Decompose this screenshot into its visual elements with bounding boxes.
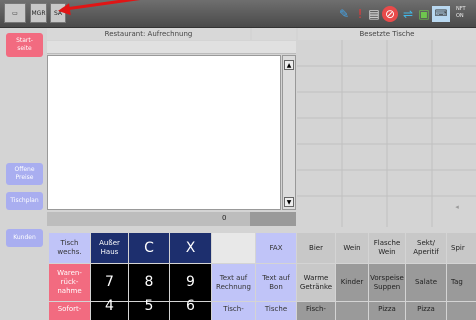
- takeaway-button[interactable]: Außer Haus: [91, 233, 128, 263]
- occupied-tables-header: Besetzte Tische: [298, 28, 476, 40]
- total-gap: [250, 212, 296, 226]
- key-7[interactable]: 7: [91, 264, 128, 301]
- fax-button[interactable]: FAX: [256, 233, 296, 263]
- order-total: 0: [222, 214, 227, 222]
- customers-button[interactable]: Kunden: [6, 229, 43, 247]
- key-8[interactable]: 8: [129, 264, 169, 301]
- category-daily-special[interactable]: Tag: [447, 264, 476, 301]
- key-4[interactable]: 4: [91, 299, 128, 320]
- category-pizza-1[interactable]: Pizza: [369, 302, 405, 320]
- window-icon[interactable]: ▭: [4, 3, 26, 23]
- goods-return-button[interactable]: Waren-rück-nahme: [49, 264, 90, 301]
- category-sparkling-aperitif[interactable]: Sekt/ Aperitif: [406, 233, 446, 263]
- mgr-button[interactable]: MGR: [30, 3, 47, 23]
- category-pizza-2[interactable]: Pizza: [406, 302, 446, 320]
- category-hot-drinks[interactable]: Warme Getränke: [297, 264, 335, 301]
- tablet-icon[interactable]: ▣: [416, 6, 432, 22]
- category-salads[interactable]: Salate: [406, 264, 446, 301]
- order-scrollbar[interactable]: [282, 55, 296, 210]
- pencil-icon[interactable]: ✎: [336, 6, 352, 22]
- text-on-invoice-button[interactable]: Text auf Rechnung: [212, 264, 255, 301]
- tables-next-icon[interactable]: ◂: [452, 202, 462, 212]
- cancel-x-button[interactable]: X: [170, 233, 211, 263]
- category-blank-2[interactable]: [447, 302, 476, 320]
- category-kids[interactable]: Kinder: [336, 264, 368, 301]
- category-bottle-wine[interactable]: Flasche Wein: [369, 233, 405, 263]
- key-9[interactable]: 9: [170, 264, 211, 301]
- category-fish[interactable]: Fisch-: [297, 302, 335, 320]
- open-prices-button[interactable]: Offene Preise: [6, 163, 43, 185]
- text-on-receipt-button[interactable]: Text auf Bon: [256, 264, 296, 301]
- category-beer[interactable]: Bier: [297, 233, 335, 263]
- category-wine[interactable]: Wein: [336, 233, 368, 263]
- order-total-row: 0: [47, 212, 281, 226]
- tables-button[interactable]: Tische: [256, 302, 296, 320]
- printer-icon[interactable]: ▤: [366, 6, 382, 22]
- keyboard-icon[interactable]: ⌨: [432, 6, 450, 22]
- occupied-tables-grid: ◂: [297, 40, 476, 227]
- scroll-up-icon[interactable]: ▲: [284, 60, 294, 70]
- blank-key[interactable]: [212, 233, 255, 263]
- start-page-button[interactable]: Start- seite: [6, 33, 43, 57]
- change-table-button[interactable]: Tisch wechs.: [49, 233, 90, 263]
- table-plan-button[interactable]: Tischplan: [6, 192, 43, 210]
- order-header: Restaurant: Aufrechnung: [47, 28, 250, 40]
- status-text: NFT ON: [456, 6, 466, 19]
- category-spirits[interactable]: Spir: [447, 233, 476, 263]
- category-blank[interactable]: [336, 302, 368, 320]
- order-header-spacer: [252, 28, 296, 40]
- key-5[interactable]: 5: [129, 299, 169, 320]
- order-list[interactable]: [47, 55, 281, 210]
- network-icon[interactable]: ⇌: [400, 6, 416, 22]
- table-transfer-button[interactable]: Tisch-: [212, 302, 255, 320]
- category-starters-soups[interactable]: Vorspeise Suppen: [369, 264, 405, 301]
- order-subheader: [47, 41, 296, 54]
- scroll-down-icon[interactable]: ▼: [284, 197, 294, 207]
- no-entry-icon[interactable]: ⊘: [382, 6, 398, 22]
- key-6[interactable]: 6: [170, 299, 211, 320]
- annotation-arrow-head: [57, 3, 71, 17]
- clear-button[interactable]: C: [129, 233, 169, 263]
- instant-button[interactable]: Sofort-: [49, 302, 90, 320]
